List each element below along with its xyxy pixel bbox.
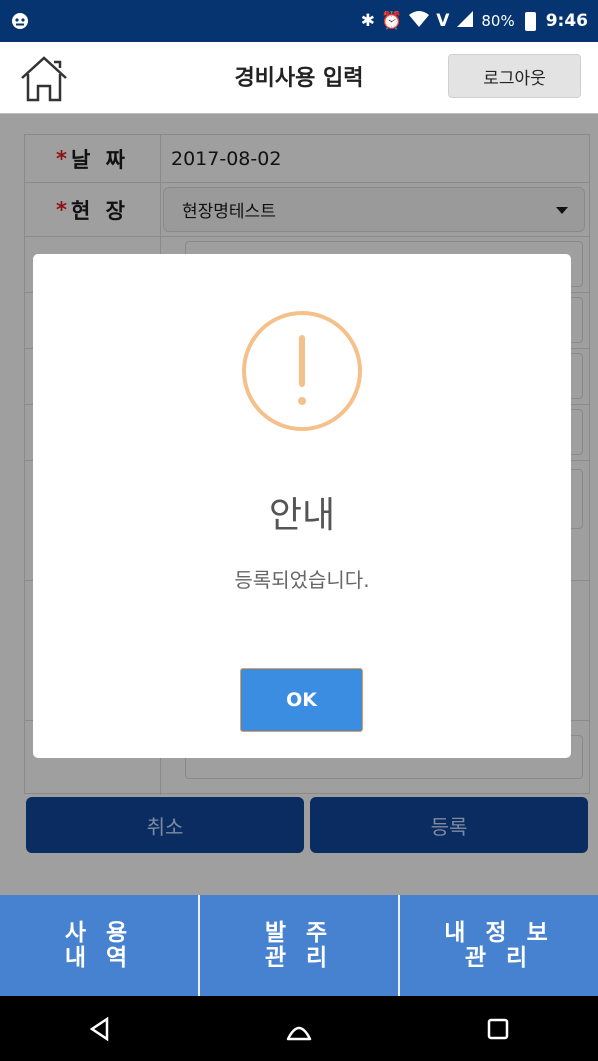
ok-button[interactable]: OK xyxy=(240,668,363,732)
back-icon xyxy=(89,1016,108,1041)
form-actions: 취소 등록 xyxy=(26,797,588,853)
app-header: 경비사용 입력 로그아웃 xyxy=(0,42,598,114)
alarm-icon: ⏰ xyxy=(381,11,403,31)
recents-button[interactable] xyxy=(468,1004,528,1054)
bluetooth-icon: ✱ xyxy=(360,11,376,31)
battery-percent: 80% xyxy=(481,12,515,30)
logout-button[interactable]: 로그아웃 xyxy=(448,54,581,98)
site-label: * 현 장 xyxy=(25,183,161,236)
notification-icon xyxy=(10,6,40,36)
wifi-icon xyxy=(408,10,430,33)
home-nav-icon xyxy=(286,1026,312,1040)
date-row: * 날 짜 2017-08-02 xyxy=(25,135,589,183)
chevron-down-icon xyxy=(556,206,568,214)
site-select[interactable]: 현장명테스트 xyxy=(163,187,585,232)
dialog-title: 안내 xyxy=(268,495,336,536)
system-nav-bar xyxy=(0,996,598,1061)
site-row: * 현 장 현장명테스트 xyxy=(25,183,589,237)
status-icons: ✱ ⏰ V 80% 9:46 xyxy=(361,10,588,33)
dialog-message: 등록되었습니다. xyxy=(234,568,370,592)
bottom-nav: 사 용 내 역 발 주 관 리 내 정 보 관 리 xyxy=(0,895,598,996)
submit-button[interactable]: 등록 xyxy=(310,797,588,853)
nav-order-management[interactable]: 발 주 관 리 xyxy=(200,895,400,996)
clock: 9:46 xyxy=(545,11,588,31)
cancel-button[interactable]: 취소 xyxy=(26,797,304,853)
info-dialog: 안내 등록되었습니다. OK xyxy=(33,254,571,758)
status-bar: ✱ ⏰ V 80% 9:46 xyxy=(0,0,598,42)
date-field[interactable]: 2017-08-02 xyxy=(171,143,581,174)
battery-icon xyxy=(524,11,536,31)
recents-icon xyxy=(488,1018,509,1039)
network-type: V xyxy=(436,11,450,31)
nav-my-info[interactable]: 내 정 보 관 리 xyxy=(400,895,598,996)
date-label: * 날 짜 xyxy=(25,135,161,182)
nav-usage-history[interactable]: 사 용 내 역 xyxy=(0,895,200,996)
warning-icon xyxy=(242,311,362,431)
signal-icon xyxy=(455,10,475,33)
home-nav-button[interactable] xyxy=(269,1004,329,1054)
back-button[interactable] xyxy=(70,1004,130,1054)
